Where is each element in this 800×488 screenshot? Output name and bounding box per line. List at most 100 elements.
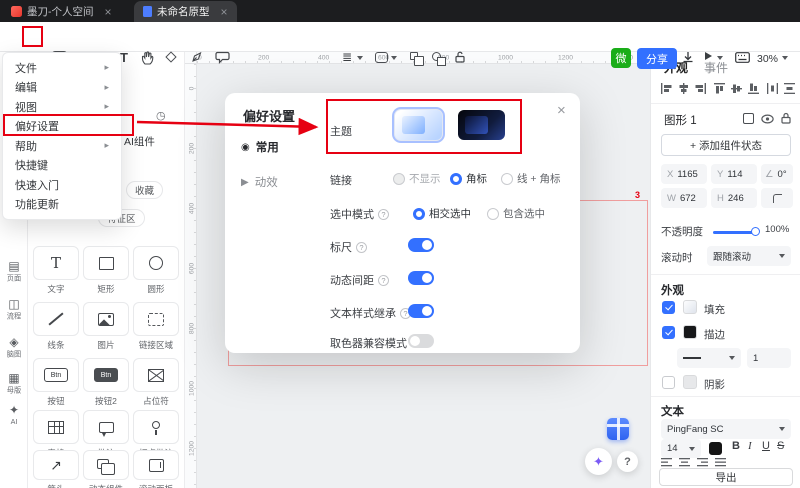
component-item-button[interactable]: Btn按钮 xyxy=(33,358,79,407)
share-button[interactable]: 分享 xyxy=(637,48,677,69)
tab-events[interactable]: 事件 xyxy=(704,59,728,76)
radio-icon[interactable] xyxy=(450,173,462,185)
radio-icon[interactable] xyxy=(413,208,425,220)
distribute-v-button[interactable] xyxy=(783,82,796,95)
align-hcenter-button[interactable] xyxy=(677,82,690,95)
italic-button[interactable]: I xyxy=(748,440,752,452)
opacity-slider-knob[interactable] xyxy=(751,227,760,236)
dialog-nav-general[interactable]: ◉ 常用 xyxy=(241,139,279,155)
link-option-badge[interactable]: 角标 xyxy=(450,171,487,186)
ai-assistant-button[interactable]: ✦ xyxy=(585,448,612,475)
lock-button[interactable] xyxy=(781,112,791,124)
text-align-center-button[interactable] xyxy=(679,458,691,467)
export-button[interactable]: 导出 xyxy=(659,468,793,486)
component-item-dynamic[interactable]: 动态组件 xyxy=(83,450,129,488)
frame-crop-icon[interactable] xyxy=(743,113,754,124)
shadow-checkbox[interactable] xyxy=(662,376,675,389)
component-tool-button[interactable] xyxy=(167,53,175,61)
select-mode-contain[interactable]: 包含选中 xyxy=(487,206,545,221)
tab-close-icon[interactable]: × xyxy=(105,6,112,18)
component-item-line[interactable]: 线条 xyxy=(33,302,79,351)
wechat-preview-badge[interactable]: 微 xyxy=(611,48,631,68)
preview-play-button[interactable] xyxy=(705,52,712,60)
corner-radius-field[interactable] xyxy=(761,188,793,208)
chip-favorites[interactable]: 收藏 xyxy=(126,181,163,199)
menu-item-view[interactable]: 视图▸ xyxy=(3,97,121,117)
mask-button[interactable] xyxy=(432,52,441,61)
text-align-left-button[interactable] xyxy=(661,458,673,467)
radio-icon[interactable] xyxy=(487,208,499,220)
rail-item-mindmap[interactable]: ◈脑图 xyxy=(0,336,28,360)
component-item-placeholder[interactable]: 占位符 xyxy=(133,358,179,407)
hand-tool-button[interactable] xyxy=(141,51,154,65)
stroke-color-swatch[interactable] xyxy=(683,325,697,339)
height-field[interactable]: H246 xyxy=(711,188,757,208)
rotation-field[interactable]: ∠0° xyxy=(761,164,793,184)
component-item-text[interactable]: T文字 xyxy=(33,246,79,295)
dialog-nav-motion[interactable]: ▶ 动效 xyxy=(241,174,278,190)
layout-list-caret[interactable] xyxy=(357,56,363,60)
component-item-arrow[interactable]: ↗箭头 xyxy=(33,450,79,488)
width-field[interactable]: W672 xyxy=(661,188,707,208)
x-position-field[interactable]: X1165 xyxy=(661,164,707,184)
link-option-hidden[interactable]: 不显示 xyxy=(393,171,441,186)
text-style-inherit-toggle[interactable] xyxy=(408,304,434,318)
align-vcenter-button[interactable] xyxy=(730,82,743,95)
font-family-select[interactable]: PingFang SC xyxy=(661,419,791,439)
dialog-close-button[interactable]: × xyxy=(557,102,566,119)
strikethrough-button[interactable]: S xyxy=(777,440,784,452)
comment-tool-button[interactable] xyxy=(215,51,230,64)
text-align-right-button[interactable] xyxy=(697,458,709,467)
add-component-state-button[interactable]: + 添加组件状态 xyxy=(661,134,791,156)
color-picker-compat-toggle[interactable] xyxy=(408,334,434,348)
opacity-slider[interactable] xyxy=(713,231,755,234)
gift-promo-button[interactable] xyxy=(607,418,629,440)
zoom-level[interactable]: 30% xyxy=(757,53,778,65)
menu-item-edit[interactable]: 编辑▸ xyxy=(3,78,121,98)
stroke-width-field[interactable]: 1 xyxy=(747,348,791,368)
menu-item-preferences[interactable]: 偏好设置 xyxy=(3,117,121,137)
menu-item-updates[interactable]: 功能更新 xyxy=(3,195,121,215)
ruler-toggle[interactable] xyxy=(408,238,434,252)
menu-item-help[interactable]: 帮助▸ xyxy=(3,136,121,156)
component-item-button2[interactable]: Btn按钮2 xyxy=(83,358,129,407)
y-position-field[interactable]: Y114 xyxy=(711,164,757,184)
help-button[interactable]: ? xyxy=(617,451,638,472)
info-icon[interactable]: ? xyxy=(378,275,389,286)
info-icon[interactable]: ? xyxy=(356,242,367,253)
rail-item-master[interactable]: ▦母版 xyxy=(0,372,28,396)
zoom-caret[interactable] xyxy=(782,56,788,60)
align-bottom-button[interactable] xyxy=(747,82,760,95)
window-tab-home[interactable]: 墨刀-个人空间 × xyxy=(2,1,121,22)
component-item-scrollpanel[interactable]: 滚动面板 xyxy=(133,450,179,488)
scroll-behavior-select[interactable]: 跟随滚动 xyxy=(707,246,791,266)
align-right-button[interactable] xyxy=(694,82,707,95)
theme-dark-swatch[interactable] xyxy=(458,110,505,140)
rail-item-ai[interactable]: ✦AI xyxy=(0,404,28,426)
layout-list-button[interactable]: ≣ xyxy=(342,50,352,64)
dynamic-gap-toggle[interactable] xyxy=(408,271,434,285)
history-button[interactable]: ◷ xyxy=(156,109,166,122)
link-option-line-badge[interactable]: 线 + 角标 xyxy=(501,171,560,186)
menu-item-quickstart[interactable]: 快速入门 xyxy=(3,175,121,195)
preview-caret[interactable] xyxy=(717,56,723,60)
rail-item-flow[interactable]: ◫流程 xyxy=(0,298,28,322)
tab-close-icon[interactable]: × xyxy=(221,6,228,18)
font-size-select[interactable]: 14 xyxy=(661,439,701,458)
tab-ai-components[interactable]: AI组件 xyxy=(124,134,155,149)
text-align-justify-button[interactable] xyxy=(715,458,727,467)
lock-toggle-button[interactable] xyxy=(455,51,465,63)
info-icon[interactable]: ? xyxy=(378,209,389,220)
frame-options-caret[interactable] xyxy=(391,56,397,60)
bold-button[interactable]: B xyxy=(732,440,740,452)
component-item-circle[interactable]: 圆形 xyxy=(133,246,179,295)
component-item-rect[interactable]: 矩形 xyxy=(83,246,129,295)
pen-tool-button[interactable] xyxy=(191,51,203,63)
radio-icon[interactable] xyxy=(501,173,513,185)
align-left-button[interactable] xyxy=(660,82,673,95)
component-item-image[interactable]: 图片 xyxy=(83,302,129,351)
stroke-style-select[interactable] xyxy=(677,348,741,368)
visibility-button[interactable] xyxy=(761,114,774,124)
fill-color-swatch[interactable] xyxy=(683,300,697,314)
frame-options-button[interactable] xyxy=(375,52,388,63)
